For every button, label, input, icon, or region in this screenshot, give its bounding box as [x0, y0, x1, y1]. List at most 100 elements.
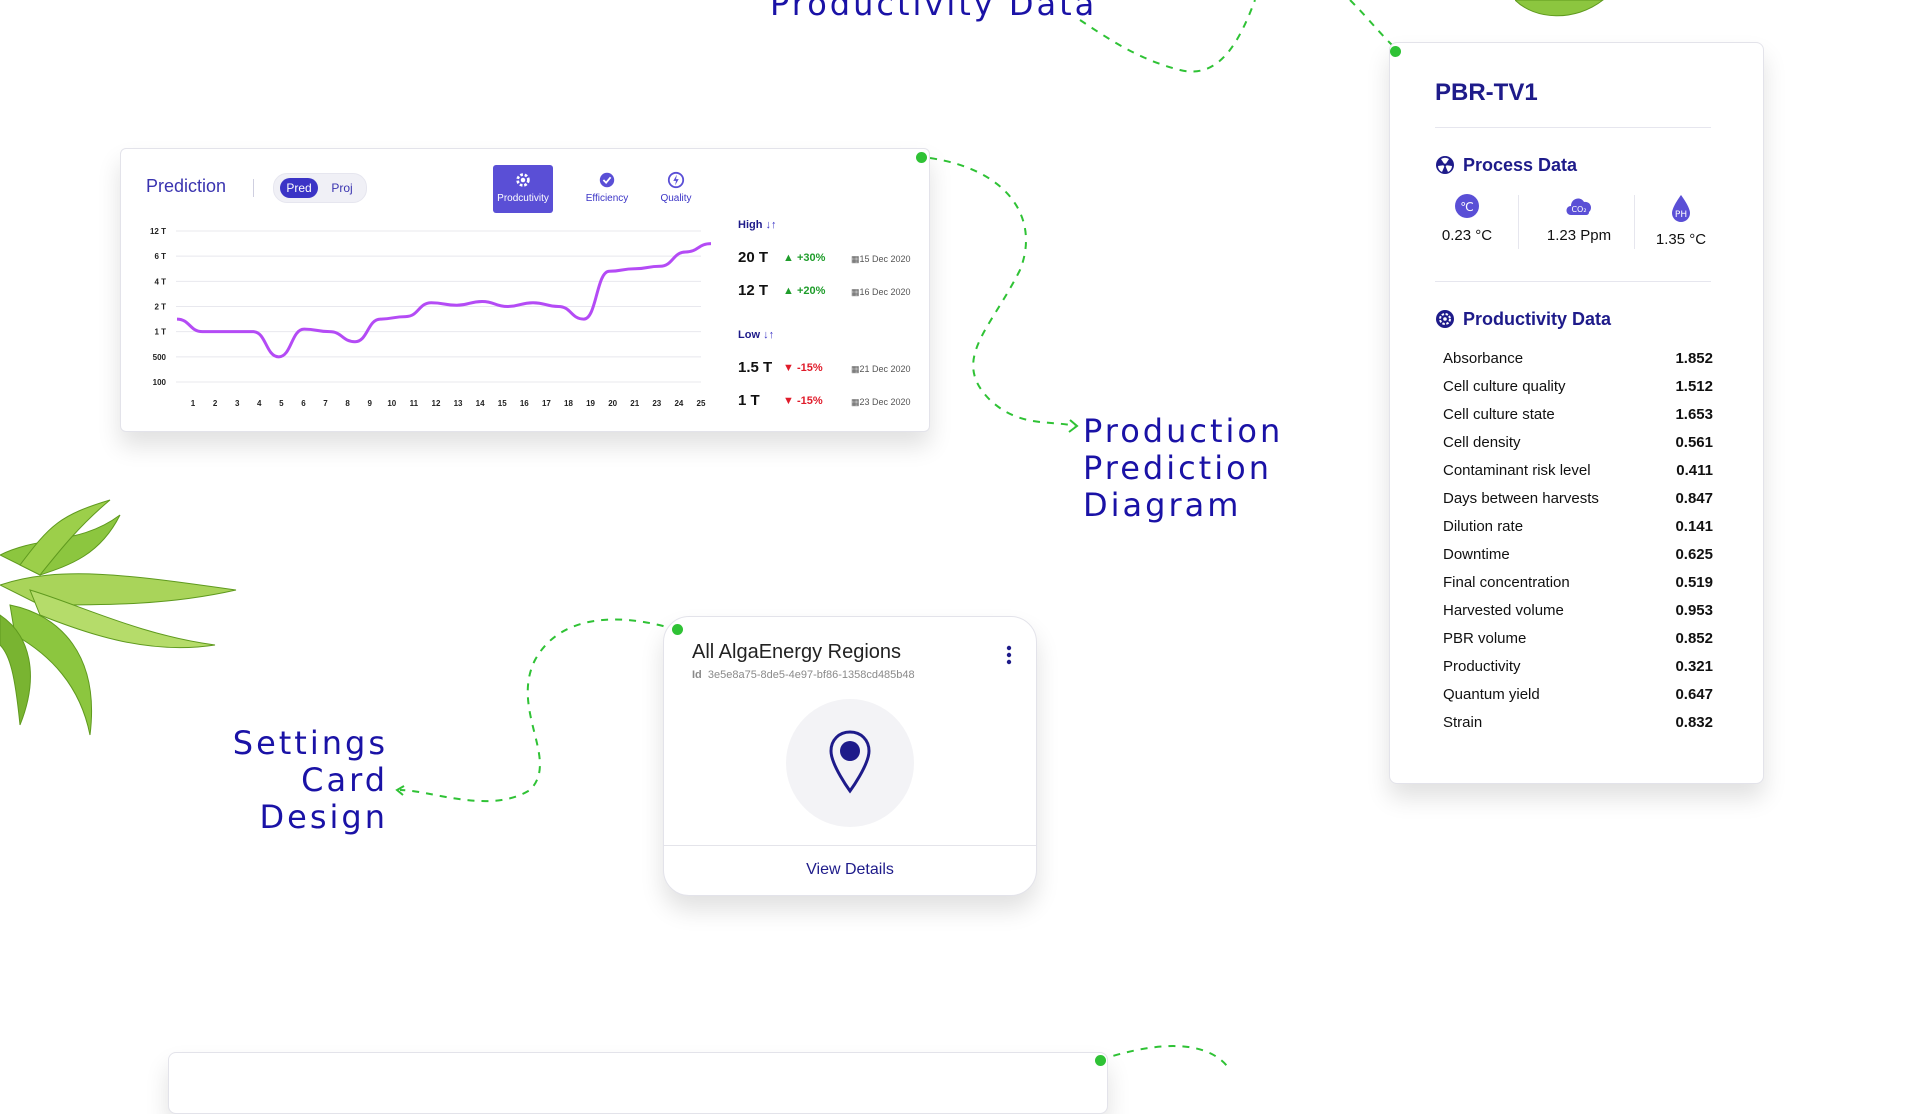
tab-productivity[interactable]: Prodcutivity: [493, 165, 553, 213]
change-up: ▲ +30%: [783, 252, 826, 264]
x-tick-label: 20: [608, 399, 617, 408]
tab-quality[interactable]: Quality: [646, 165, 706, 213]
x-tick-label: 17: [542, 399, 551, 408]
settings-card-headline: Settings Card Design: [148, 725, 388, 836]
date: ▦23 Dec 2020: [851, 397, 911, 407]
metric-value: 0.852: [1675, 630, 1713, 647]
tab-label: Efficiency: [585, 193, 629, 204]
high-heading: High ↓↑: [738, 219, 777, 231]
date-value: 23 Dec 2020: [859, 397, 911, 407]
algae-leaf-illustration: [0, 499, 237, 736]
location-pin-container: [786, 699, 914, 827]
gear-icon: [1436, 310, 1454, 328]
x-tick-label: 16: [520, 399, 529, 408]
process-value: 1.23 Ppm: [1546, 227, 1612, 244]
productivity-row: Cell culture state 1.653: [1443, 406, 1713, 423]
productivity-row: Cell culture quality 1.512: [1443, 378, 1713, 395]
x-tick-label: 1: [191, 399, 196, 408]
toggle-pred[interactable]: Pred: [280, 178, 318, 198]
metric-value: 1.852: [1675, 350, 1713, 367]
x-tick-label: 25: [697, 399, 706, 408]
view-details-button[interactable]: View Details: [664, 861, 1036, 879]
sort-icon[interactable]: ↓↑: [763, 329, 774, 341]
high-value: 12 T: [738, 282, 769, 299]
x-tick-label: 24: [674, 399, 683, 408]
bottom-card: [168, 1052, 1108, 1114]
algae-leaf-top: [1515, 0, 1604, 17]
metric-label: PBR volume: [1443, 630, 1527, 647]
divider: [664, 845, 1036, 846]
co2-icon: CO₂: [1566, 198, 1592, 215]
date-value: 16 Dec 2020: [859, 287, 911, 297]
low-value: 1.5 T: [738, 359, 773, 376]
sort-icon[interactable]: ↓↑: [766, 219, 777, 231]
y-tick-label: 4 T: [154, 277, 166, 286]
id-value: 3e5e8a75-8de5-4e97-bf86-1358cd485b48: [707, 669, 915, 681]
x-tick-label: 12: [432, 399, 441, 408]
ph-drop-icon: PH: [1672, 195, 1690, 222]
production-prediction-headline: Production Prediction Diagram: [1083, 413, 1283, 524]
productivity-row: Cell density 0.561: [1443, 434, 1713, 451]
metric-value: 0.625: [1675, 546, 1713, 563]
process-value: 0.23 °C: [1441, 227, 1493, 244]
change-value: +30%: [796, 252, 826, 264]
x-tick-label: 9: [367, 399, 372, 408]
metric-value: 0.411: [1676, 462, 1713, 479]
productivity-data-heading: Productivity Data: [1435, 309, 1611, 330]
y-tick-label: 2 T: [154, 303, 166, 312]
more-vertical-icon[interactable]: [1006, 645, 1012, 665]
region-title: All AlgaEnergy Regions: [692, 641, 902, 663]
process-temperature: ℃ 0.23 °C: [1417, 193, 1517, 244]
tab-efficiency[interactable]: Efficiency: [577, 165, 637, 213]
id-label: Id: [692, 669, 702, 681]
x-tick-label: 23: [652, 399, 661, 408]
metric-label: Cell culture state: [1443, 406, 1555, 423]
y-tick-label: 500: [153, 353, 167, 362]
productivity-row: Downtime 0.625: [1443, 546, 1713, 563]
divider: [253, 179, 254, 197]
headline-line: Design: [259, 798, 388, 836]
metric-value: 0.321: [1675, 658, 1713, 675]
settings-card: All AlgaEnergy Regions Id 3e5e8a75-8de5-…: [663, 616, 1037, 896]
prediction-card: Prediction Pred Proj Prodcutivity Effici…: [120, 148, 930, 432]
productivity-row: Absorbance 1.852: [1443, 350, 1713, 367]
metric-value: 0.647: [1675, 686, 1713, 703]
metric-label: Days between harvests: [1443, 490, 1599, 507]
metric-label: Contaminant risk level: [1443, 462, 1591, 479]
metric-value: 0.847: [1675, 490, 1713, 507]
headline-line: Prediction: [1083, 449, 1272, 487]
productivity-row: PBR volume 0.852: [1443, 630, 1713, 647]
tab-label: Prodcutivity: [497, 193, 549, 204]
productivity-row: Harvested volume 0.953: [1443, 602, 1713, 619]
productivity-row: Days between harvests 0.847: [1443, 490, 1713, 507]
connector-dot: [1095, 1055, 1106, 1066]
x-tick-label: 14: [476, 399, 485, 408]
connector-dot: [672, 624, 683, 635]
metric-label: Quantum yield: [1443, 686, 1540, 703]
metric-value: 0.832: [1675, 714, 1713, 731]
process-data-label: Process Data: [1463, 155, 1578, 175]
metric-label: Productivity: [1443, 658, 1521, 675]
metric-value: 0.953: [1675, 602, 1713, 619]
change-down: ▼ -15%: [783, 362, 823, 374]
productivity-row: Quantum yield 0.647: [1443, 686, 1713, 703]
bolt-circle-icon: [667, 171, 685, 189]
prediction-line-chart: 12 T6 T4 T2 T1 T5001001 2 3 4 5 6 7 8 9 10 11 12 13 1…: [150, 227, 712, 408]
toggle-proj[interactable]: Proj: [324, 178, 360, 198]
divider: [1518, 195, 1519, 249]
svg-text:℃: ℃: [1460, 200, 1473, 214]
divider: [1435, 127, 1711, 128]
region-id: Id 3e5e8a75-8de5-4e97-bf86-1358cd485b48: [692, 669, 915, 681]
pred-proj-toggle[interactable]: Pred Proj: [273, 173, 367, 203]
x-tick-label: 15: [498, 399, 507, 408]
metric-value: 1.653: [1675, 406, 1713, 423]
x-tick-label: 21: [630, 399, 639, 408]
prediction-title: Prediction: [146, 176, 227, 196]
x-tick-label: 13: [454, 399, 463, 408]
pbr-card: PBR-TV1 Process Data ℃ 0.23 °C CO₂ 1.23 …: [1389, 42, 1764, 784]
x-tick-label: 5: [279, 399, 284, 408]
celsius-icon: ℃: [1455, 194, 1479, 218]
date-value: 21 Dec 2020: [859, 364, 911, 374]
tab-label: Quality: [660, 193, 692, 204]
productivity-row: Productivity 0.321: [1443, 658, 1713, 675]
